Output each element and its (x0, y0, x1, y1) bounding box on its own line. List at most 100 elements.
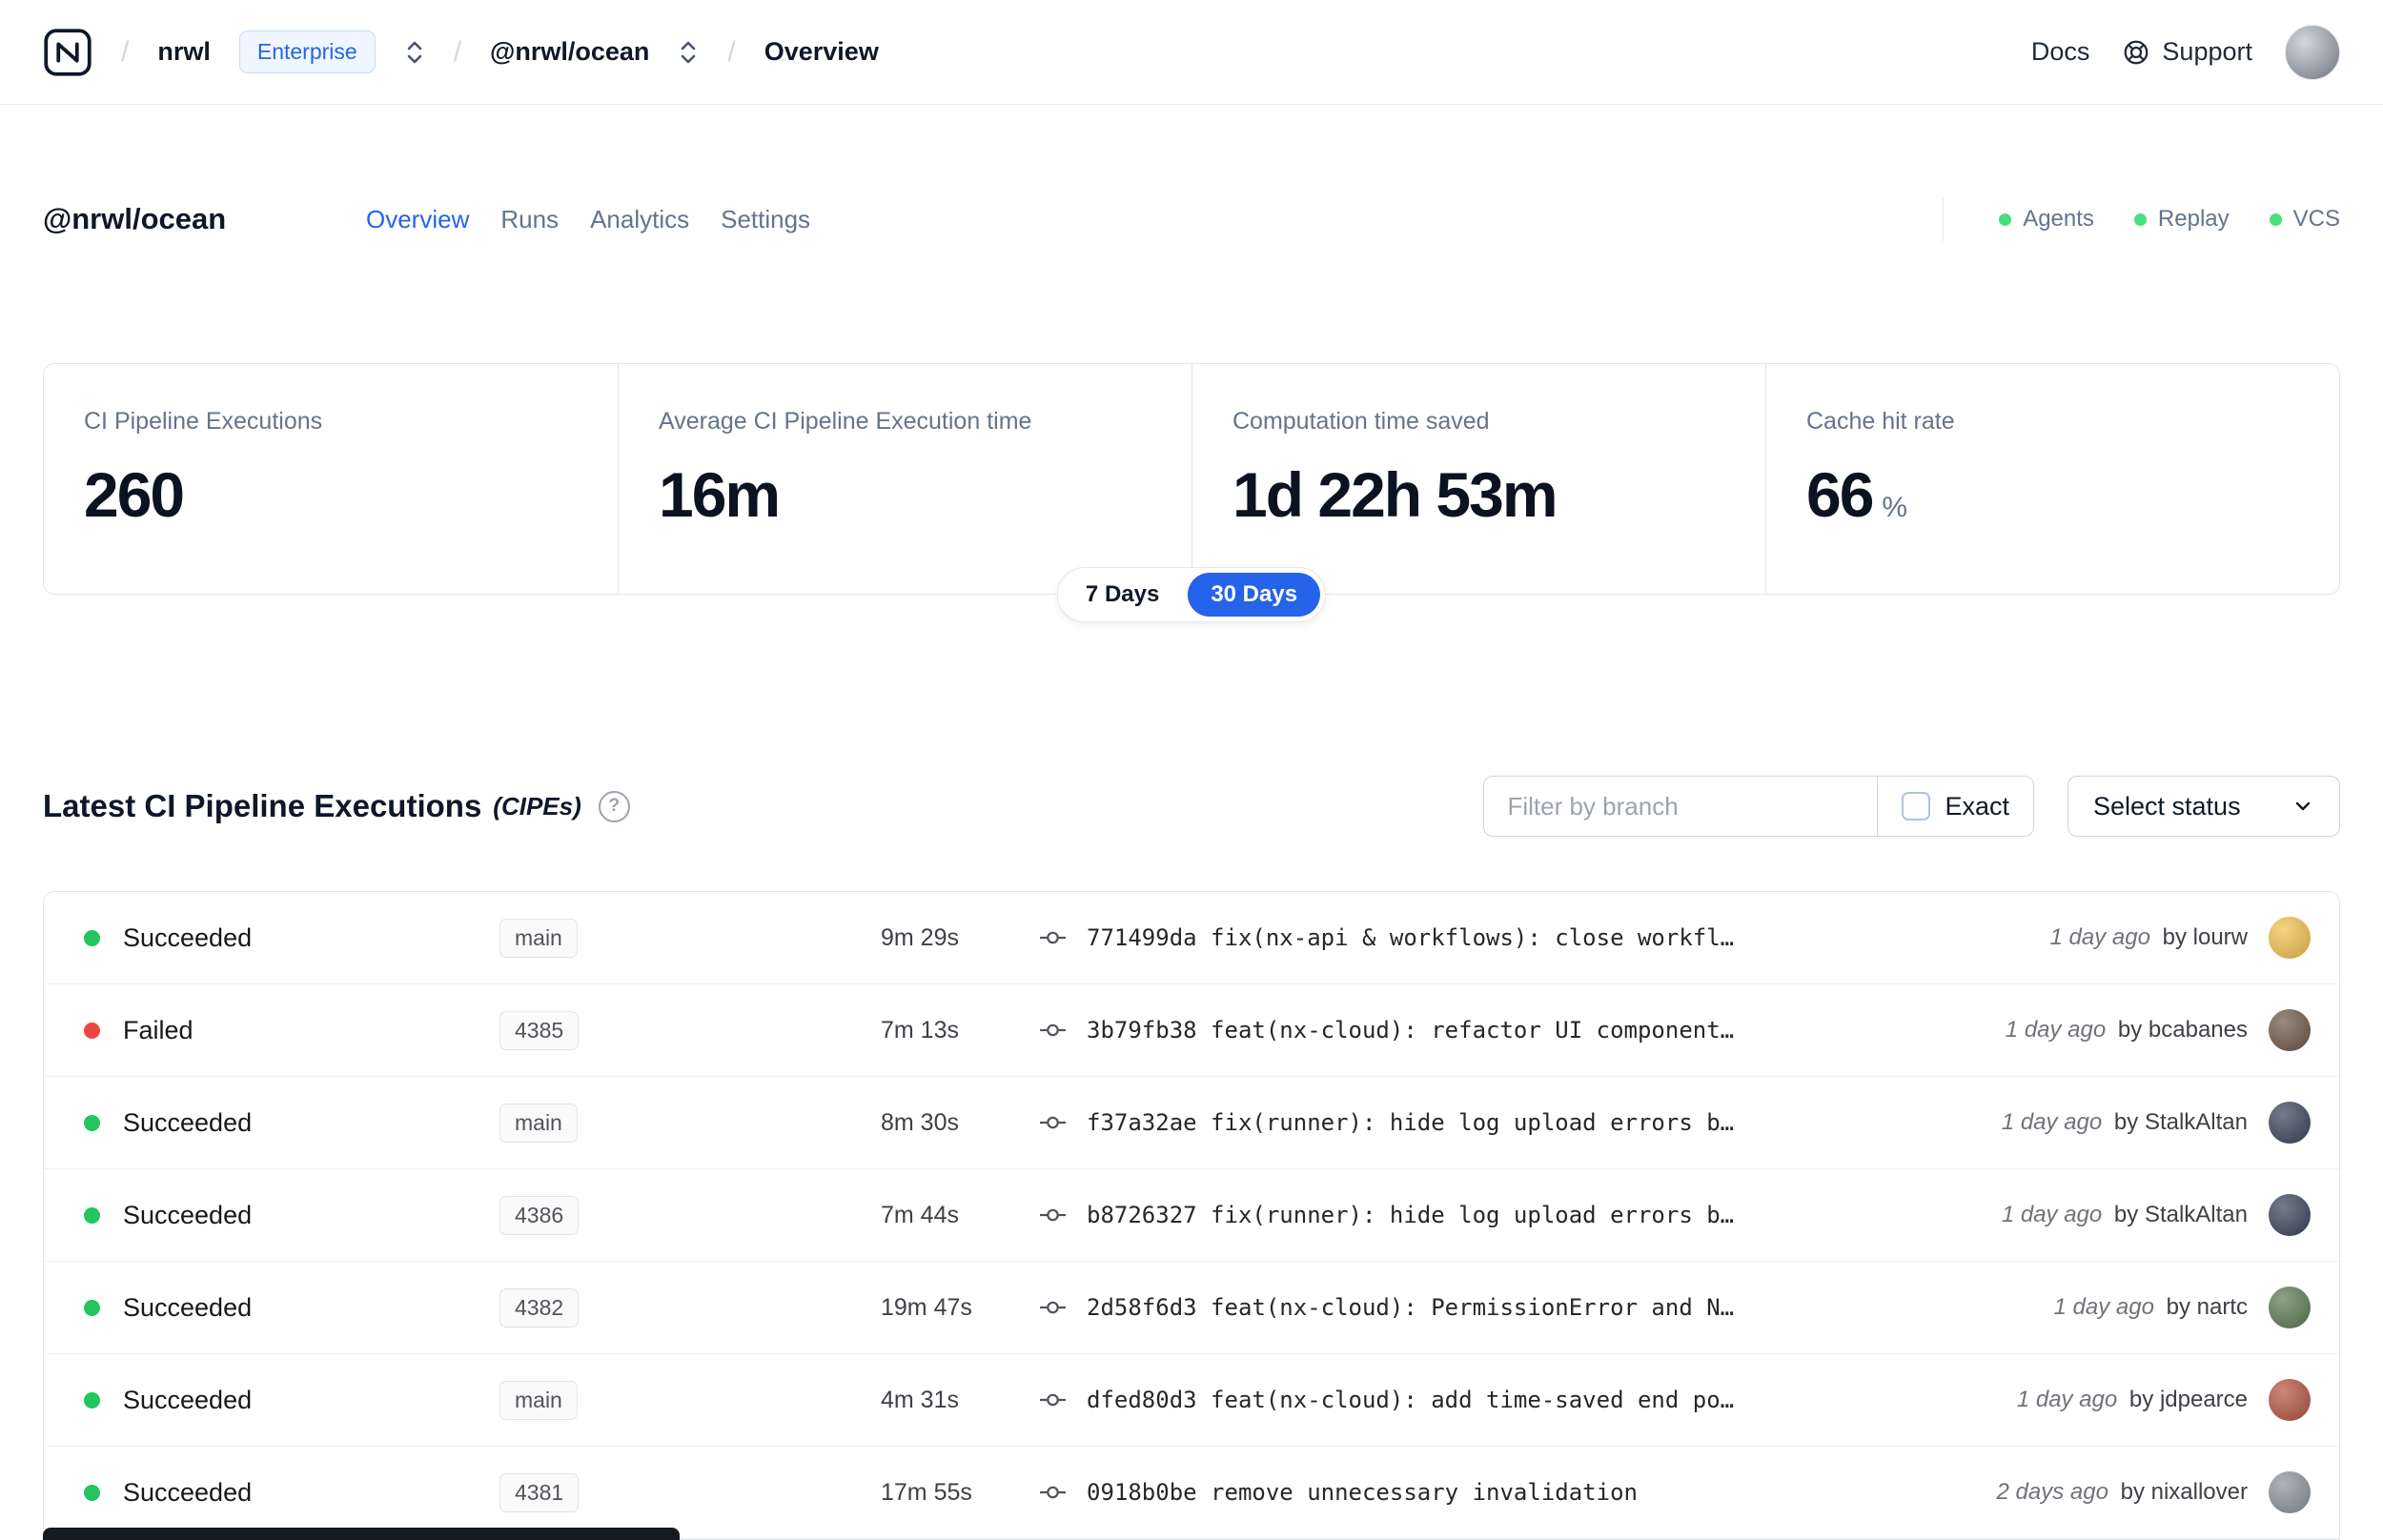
range-30-days-button[interactable]: 30 Days (1188, 573, 1321, 617)
workspace-switcher[interactable] (678, 38, 699, 67)
stats-section: CI Pipeline Executions 260 Average CI Pi… (43, 363, 2340, 622)
table-row[interactable]: Succeeded main 8m 30s f37a32ae fix(runne… (44, 1077, 2339, 1169)
status-vcs[interactable]: VCS (2269, 206, 2340, 233)
commit-message[interactable]: f37a32ae fix(runner): hide log upload er… (1087, 1109, 1983, 1136)
table-row[interactable]: Succeeded 4386 7m 44s b8726327 fix(runne… (44, 1169, 2339, 1262)
duration-label: 8m 30s (881, 1108, 959, 1136)
branch-cell: main (458, 918, 881, 958)
stat-value: 66 (1806, 459, 1874, 530)
cipe-table: Succeeded main 9m 29s 771499da fix(nx-ap… (43, 891, 2340, 1540)
row-meta: 1 day ago by bcabanes (2006, 1017, 2248, 1044)
commit-message[interactable]: 3b79fb38 feat(nx-cloud): refactor UI com… (1087, 1017, 1986, 1044)
stat-value-wrap: 1d 22h 53m (1232, 456, 1725, 533)
branch-badge[interactable]: 4385 (499, 1010, 580, 1050)
cipes-controls: Exact Select status (1483, 776, 2340, 837)
branch-filter-group: Exact (1483, 776, 2034, 837)
status-label: Succeeded (123, 1292, 253, 1322)
row-time: 2 days ago (1996, 1479, 2108, 1505)
status-dot (84, 1206, 100, 1224)
exact-match-toggle[interactable]: Exact (1877, 777, 2033, 836)
row-author: by nixallover (2120, 1479, 2248, 1505)
breadcrumb-separator: / (121, 35, 130, 68)
status-dot (84, 1022, 100, 1039)
table-row[interactable]: Succeeded 4382 19m 47s 2d58f6d3 feat(nx-… (44, 1262, 2339, 1354)
commit-message[interactable]: b8726327 fix(runner): hide log upload er… (1087, 1202, 1983, 1228)
row-author: by StalkAltan (2113, 1109, 2248, 1135)
breadcrumb-separator: / (453, 35, 462, 68)
row-avatar (2269, 1194, 2311, 1236)
branch-badge[interactable]: main (499, 918, 578, 958)
branch-cell: 4385 (458, 1010, 881, 1050)
stat-label: Computation time saved (1232, 408, 1490, 435)
exact-checkbox[interactable] (1902, 792, 1931, 821)
org-name[interactable]: nrwl (157, 37, 211, 67)
nx-logo-icon[interactable] (43, 28, 92, 77)
commit-message[interactable]: dfed80d3 feat(nx-cloud): add time-saved … (1087, 1387, 1998, 1413)
branch-badge[interactable]: main (499, 1103, 578, 1143)
commit-message[interactable]: 2d58f6d3 feat(nx-cloud): PermissionError… (1087, 1294, 2035, 1321)
row-time: 1 day ago (2016, 1387, 2118, 1412)
status-replay[interactable]: Replay (2133, 206, 2230, 233)
row-author: by lourw (2162, 924, 2248, 950)
stat-card-time-saved: Computation time saved 1d 22h 53m (1192, 364, 1765, 594)
range-7-days-button[interactable]: 7 Days (1063, 573, 1182, 617)
workspace-header: @nrwl/ocean Overview Runs Analytics Sett… (0, 191, 2383, 248)
breadcrumb-page: Overview (764, 37, 879, 66)
breadcrumb-separator: / (727, 35, 736, 68)
tab-settings[interactable]: Settings (721, 205, 810, 234)
chevron-down-icon (2295, 801, 2311, 811)
stat-label: Cache hit rate (1806, 408, 1955, 435)
support-link[interactable]: Support (2122, 37, 2252, 67)
git-commit-icon (1040, 1206, 1066, 1225)
workspace-tabs: Overview Runs Analytics Settings (366, 205, 810, 234)
commit-message[interactable]: 0918b0be remove unnecessary invalidation (1087, 1479, 1978, 1506)
tab-overview[interactable]: Overview (366, 205, 469, 234)
tab-runs[interactable]: Runs (500, 205, 559, 234)
section-subtitle: (CIPEs) (493, 791, 581, 821)
stat-value-wrap: 66% (1806, 456, 2299, 546)
table-row[interactable]: Succeeded 4381 17m 55s 0918b0be remove u… (44, 1447, 2339, 1539)
row-time: 1 day ago (2001, 1202, 2103, 1227)
tab-analytics[interactable]: Analytics (590, 205, 689, 234)
table-row[interactable]: Succeeded main 4m 31s dfed80d3 feat(nx-c… (44, 1354, 2339, 1447)
branch-cell: main (458, 1380, 881, 1420)
workspace-name[interactable]: @nrwl/ocean (490, 37, 649, 67)
table-row[interactable]: Failed 4385 7m 13s 3b79fb38 feat(nx-clou… (44, 984, 2339, 1077)
branch-badge[interactable]: 4381 (499, 1472, 580, 1512)
workspace-statuses: Agents Replay VCS (1943, 197, 2340, 241)
branch-cell: main (458, 1103, 881, 1143)
row-author: by bcabanes (2117, 1017, 2248, 1043)
green-dot-icon (2269, 213, 2282, 226)
commit-message[interactable]: 771499da fix(nx-api & workflows): close … (1087, 924, 2031, 951)
stat-label: Average CI Pipeline Execution time (659, 408, 1032, 435)
bottom-toast-partial[interactable] (43, 1528, 680, 1540)
table-row[interactable]: Succeeded main 9m 29s 771499da fix(nx-ap… (44, 892, 2339, 984)
docs-link[interactable]: Docs (2031, 37, 2090, 67)
status-label: VCS (2292, 206, 2340, 232)
status-dot (84, 929, 100, 946)
status-agents[interactable]: Agents (1999, 206, 2094, 233)
branch-badge[interactable]: 4382 (499, 1287, 580, 1327)
branch-cell: 4386 (458, 1195, 881, 1235)
status-label: Succeeded (123, 1477, 253, 1507)
user-avatar[interactable] (2285, 24, 2340, 80)
help-icon[interactable]: ? (598, 790, 630, 822)
branch-badge[interactable]: main (499, 1380, 578, 1420)
duration-label: 7m 13s (881, 1016, 959, 1044)
duration-label: 19m 47s (881, 1293, 972, 1321)
row-author: by StalkAltan (2113, 1202, 2248, 1227)
stat-suffix: % (1882, 492, 1908, 523)
status-dot (84, 1299, 100, 1316)
exact-label: Exact (1945, 791, 2009, 821)
select-status-dropdown[interactable]: Select status (2067, 776, 2340, 837)
status-label: Succeeded (123, 922, 253, 952)
row-author: by nartc (2166, 1294, 2248, 1320)
branch-filter-input[interactable] (1484, 777, 1878, 836)
stat-label: CI Pipeline Executions (84, 408, 323, 435)
sort-chevrons-icon (682, 41, 696, 63)
branch-badge[interactable]: 4386 (499, 1195, 580, 1235)
org-switcher[interactable] (404, 38, 425, 67)
git-commit-icon (1040, 1483, 1066, 1502)
status-dot (84, 1391, 100, 1408)
stat-value: 16m (659, 459, 781, 530)
